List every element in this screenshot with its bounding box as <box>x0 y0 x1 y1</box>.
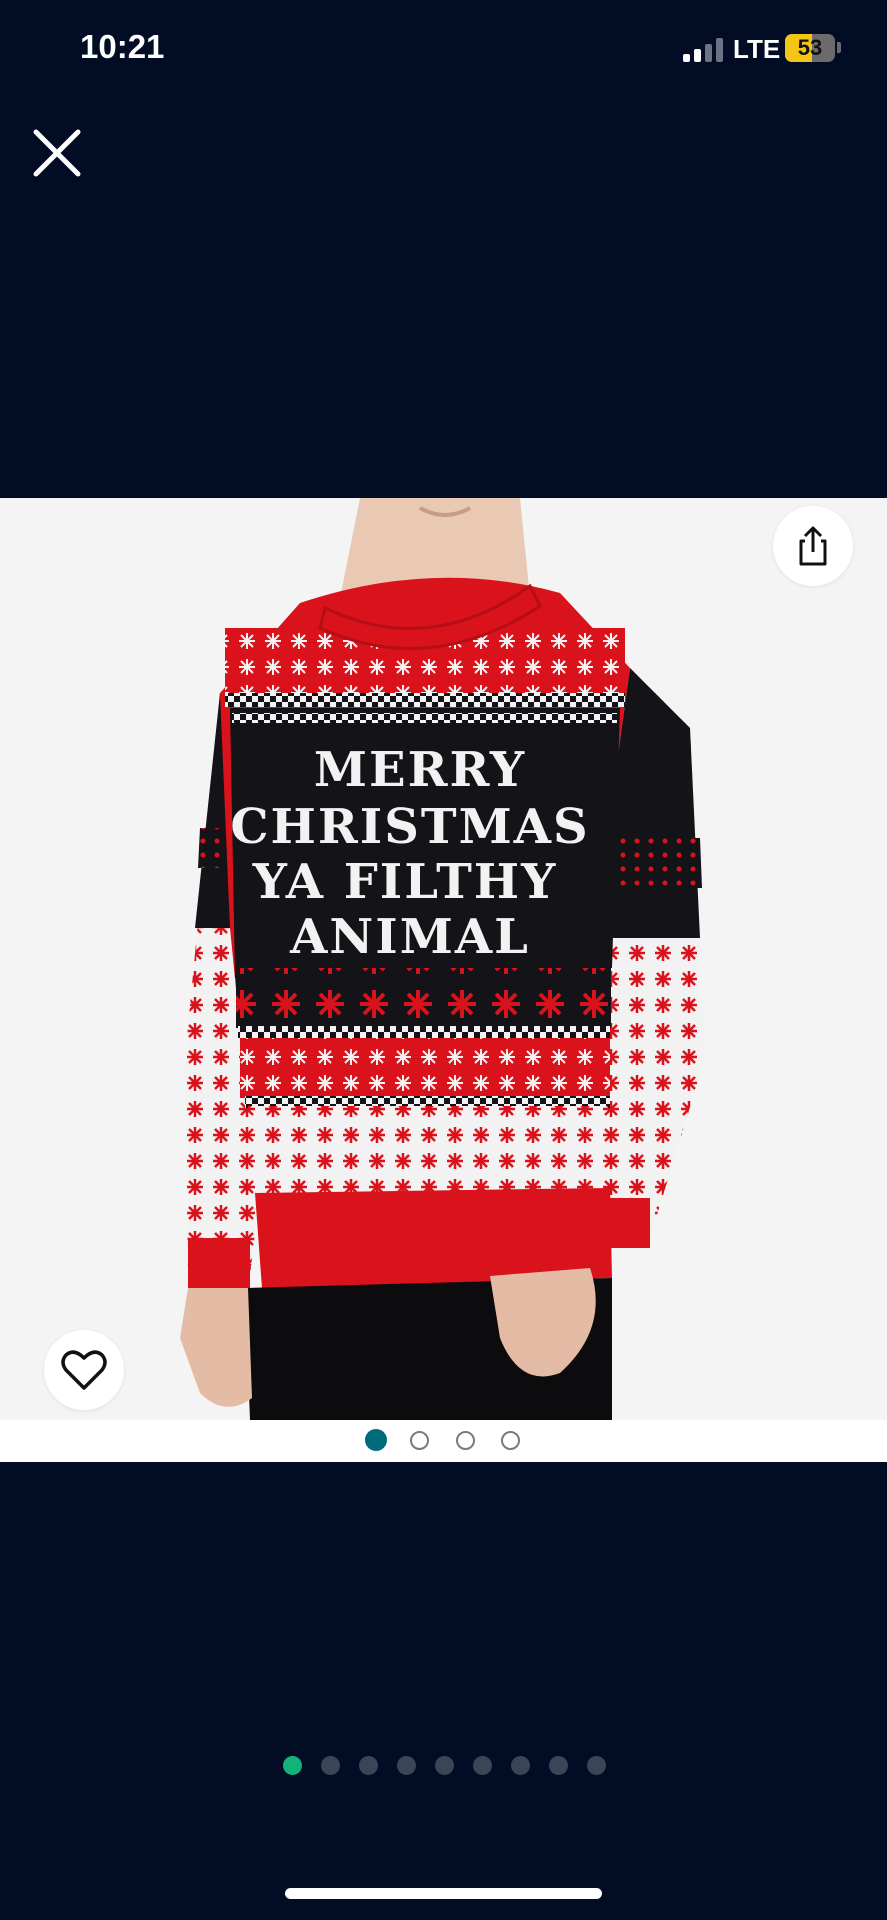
page-dot-8[interactable] <box>549 1756 568 1775</box>
share-button[interactable] <box>773 506 853 586</box>
image-dot-4[interactable] <box>501 1431 520 1450</box>
network-type: LTE <box>733 34 781 64</box>
heart-icon <box>61 1350 107 1390</box>
image-dot-2[interactable] <box>410 1431 429 1450</box>
page-dot-6[interactable] <box>473 1756 492 1775</box>
page-dot-4[interactable] <box>397 1756 416 1775</box>
battery-icon: 53 <box>785 34 835 62</box>
page-dot-2[interactable] <box>321 1756 340 1775</box>
image-dot-3[interactable] <box>456 1431 475 1450</box>
image-carousel-indicator <box>0 1420 887 1462</box>
page-dot-5[interactable] <box>435 1756 454 1775</box>
battery-tip <box>837 42 841 53</box>
page-dot-7[interactable] <box>511 1756 530 1775</box>
battery-percent: 53 <box>797 35 823 60</box>
page-dot-1[interactable] <box>283 1756 302 1775</box>
sweater-text-line-1: MERRY <box>314 742 526 798</box>
sweater-text-line-4: ANIMAL <box>289 909 530 965</box>
status-time: 10:21 <box>80 28 165 65</box>
favorite-button[interactable] <box>44 1330 124 1410</box>
close-button[interactable] <box>30 126 84 180</box>
signal-strength-icon <box>683 38 725 62</box>
home-indicator[interactable] <box>285 1888 602 1899</box>
page-dot-9[interactable] <box>587 1756 606 1775</box>
close-icon <box>33 129 81 177</box>
image-dot-1[interactable] <box>365 1429 387 1451</box>
sweater-text-line-2: CHRISTMAS <box>230 799 589 855</box>
sweater-text-line-3: YA FILTHY <box>252 854 558 910</box>
page-dot-3[interactable] <box>359 1756 378 1775</box>
sweater-illustration: MERRY CHRISTMAS YA FILTHY ANIMAL <box>180 498 705 1420</box>
share-icon <box>799 526 827 566</box>
product-image[interactable]: MERRY CHRISTMAS YA FILTHY ANIMAL <box>0 498 887 1420</box>
